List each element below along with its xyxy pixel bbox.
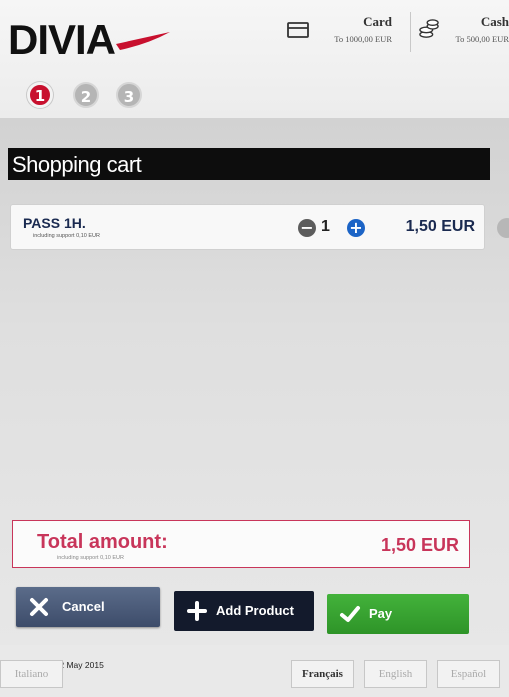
card-icon <box>287 22 309 38</box>
product-name: PASS 1H. <box>23 215 86 231</box>
plus-icon: + <box>349 218 363 237</box>
minus-icon: − <box>300 218 314 237</box>
cart-line-item: PASS 1H. including support 0,10 EUR − 1 … <box>10 204 485 250</box>
product-support-note: including support 0,10 EUR <box>33 233 100 239</box>
add-product-label: Add Product <box>216 603 294 618</box>
checkmark-icon <box>340 606 360 622</box>
page-title-bar: Shopping cart <box>8 148 490 180</box>
card-limit: To 1000,00 EUR <box>334 34 392 44</box>
card-payment-info: Card To 1000,00 EUR <box>284 12 402 52</box>
step-2: 2 <box>73 82 99 108</box>
add-product-button[interactable]: Add Product <box>174 591 314 631</box>
cancel-label: Cancel <box>62 599 105 614</box>
remove-item-button[interactable] <box>497 218 509 238</box>
cash-title: Cash <box>480 14 509 29</box>
header: DIVIA Card To 1000,00 EUR Cash To 500,00… <box>0 0 509 118</box>
language-french-button[interactable]: Français <box>291 660 354 688</box>
quantity-value: 1 <box>321 218 330 235</box>
decrease-quantity-button[interactable]: − <box>298 219 316 237</box>
close-icon <box>30 598 48 616</box>
total-box: Total amount: including support 0,10 EUR… <box>12 520 470 568</box>
footer: Tuesday 12 May 2015 21:45:49 Français En… <box>0 645 509 697</box>
page-title: Shopping cart <box>12 152 142 177</box>
pay-label: Pay <box>369 606 393 621</box>
language-spanish-button[interactable]: Español <box>437 660 500 688</box>
increase-quantity-button[interactable]: + <box>347 219 365 237</box>
divia-logo: DIVIA <box>8 16 170 63</box>
cash-limit: To 500,00 EUR <box>455 34 509 44</box>
language-english-button[interactable]: English <box>364 660 427 688</box>
step-3: 3 <box>116 82 142 108</box>
coins-icon <box>419 19 439 38</box>
pay-button[interactable]: Pay <box>327 594 469 634</box>
line-price: 1,50 EUR <box>405 218 475 235</box>
logo-text: DIVIA <box>8 16 116 63</box>
card-title: Card <box>363 14 392 29</box>
cart-area: Shopping cart PASS 1H. including support… <box>0 118 509 645</box>
total-label: Total amount: <box>37 531 168 553</box>
total-amount: 1,50 EUR <box>380 535 459 555</box>
plus-icon <box>187 601 207 621</box>
total-support-note: including support 0,10 EUR <box>57 555 124 561</box>
cancel-button[interactable]: Cancel <box>16 587 160 627</box>
language-italian-button[interactable]: Italiano <box>0 660 63 688</box>
step-1: 1 <box>27 82 53 108</box>
cash-payment-info: Cash To 500,00 EUR <box>410 12 509 52</box>
